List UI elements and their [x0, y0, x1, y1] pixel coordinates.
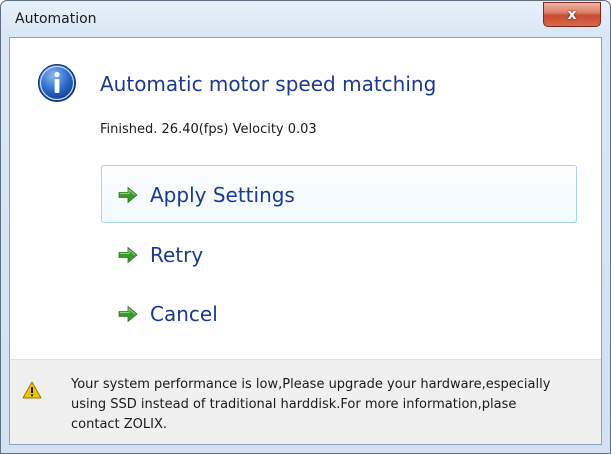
window-title: Automation	[15, 11, 97, 27]
command-label: Retry	[150, 243, 204, 267]
title-bar[interactable]: Automation x	[1, 1, 610, 37]
main-instruction: Automatic motor speed matching	[100, 72, 437, 96]
dialog-window: Automation x Automatic motor speed match…	[0, 0, 611, 454]
footer-message: Your system performance is low,Please up…	[71, 377, 551, 432]
dialog-content: Automatic motor speed matching Finished.…	[9, 37, 602, 445]
close-icon: x	[567, 6, 577, 23]
info-icon	[38, 64, 76, 102]
green-arrow-icon	[118, 305, 138, 323]
cancel-button[interactable]: Cancel	[101, 284, 577, 342]
status-text: Finished. 26.40(fps) Velocity 0.03	[100, 122, 317, 137]
green-arrow-icon	[118, 246, 138, 264]
close-button[interactable]: x	[543, 2, 601, 27]
green-arrow-icon	[118, 186, 138, 204]
footer-area: Your system performance is low,Please up…	[10, 359, 601, 444]
command-label: Apply Settings	[150, 183, 295, 207]
command-label: Cancel	[150, 302, 218, 326]
apply-settings-button[interactable]: Apply Settings	[101, 165, 577, 223]
warning-icon	[22, 381, 42, 399]
retry-button[interactable]: Retry	[101, 225, 577, 283]
